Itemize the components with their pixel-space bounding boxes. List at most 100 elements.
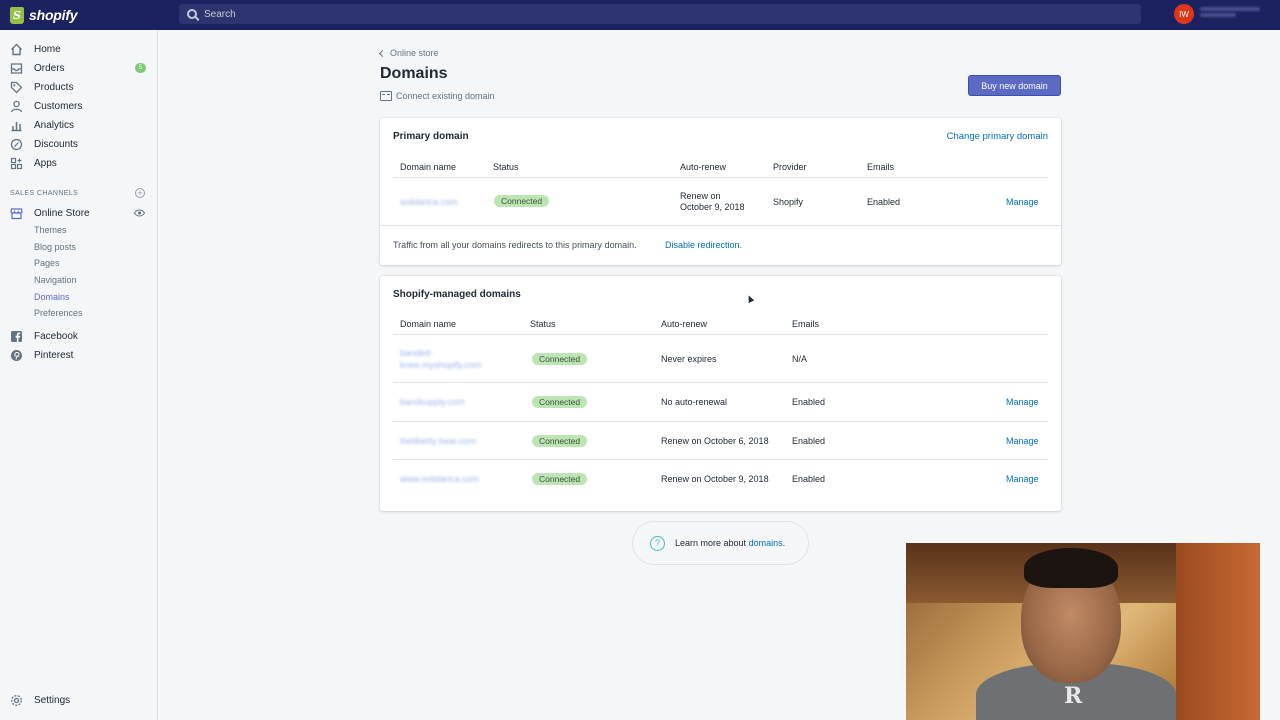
disable-redirection-link[interactable]: Disable redirection.	[665, 240, 742, 250]
sidebar-sub-blog-posts[interactable]: Blog posts	[34, 242, 76, 252]
apps-icon	[10, 157, 23, 170]
learn-more-text: Learn more about domains.	[675, 538, 786, 548]
facebook-icon	[10, 330, 23, 343]
status-badge: Connected	[532, 396, 588, 408]
sidebar-item-label: Online Store	[34, 207, 90, 219]
sidebar-sub-themes[interactable]: Themes	[34, 225, 67, 235]
column-header: Status	[530, 319, 556, 329]
avatar: IW	[1174, 4, 1194, 24]
sidebar-item-settings[interactable]: Settings	[0, 691, 158, 709]
learn-more-callout: ? Learn more about domains.	[632, 521, 809, 565]
emails-value: N/A	[792, 354, 808, 364]
domain-name-link[interactable]: www.solidarica.com	[400, 474, 479, 484]
connect-existing-domain-link[interactable]: Connect existing domain	[380, 91, 495, 101]
user-menu[interactable]: IW	[1174, 4, 1270, 24]
column-header: Auto-renew	[680, 162, 727, 172]
pinterest-icon	[10, 349, 23, 362]
autorenew-value: Never expires	[661, 354, 717, 364]
person-icon	[10, 100, 23, 113]
buy-new-domain-button[interactable]: Buy new domain	[968, 75, 1061, 96]
domain-name-line2[interactable]: knee.myshopify.com	[400, 360, 481, 370]
gear-icon	[10, 694, 23, 707]
column-header: Provider	[773, 162, 807, 172]
primary-domain-card: Primary domain Change primary domain Dom…	[380, 118, 1061, 265]
change-primary-domain-link[interactable]: Change primary domain	[947, 131, 1048, 142]
sidebar-item-label: Customers	[34, 100, 83, 112]
column-header: Emails	[792, 319, 820, 329]
search-placeholder: Search	[204, 8, 236, 20]
sidebar-item-label: Discounts	[34, 138, 78, 150]
divider	[380, 225, 1061, 226]
domain-name-link[interactable]: bandsupply.com	[400, 397, 465, 407]
sidebar-item-products[interactable]: Products	[0, 78, 158, 96]
search-input[interactable]: Search	[179, 4, 1141, 24]
divider	[393, 382, 1048, 383]
status-badge: Connected	[532, 353, 588, 365]
top-bar: shopify Search IW	[0, 0, 1280, 30]
sidebar-item-label: Settings	[34, 694, 71, 706]
sidebar-sub-domains[interactable]: Domains	[34, 292, 70, 302]
redirect-note: Traffic from all your domains redirects …	[393, 240, 637, 250]
domain-name-link[interactable]: theliberty bear.com	[400, 436, 476, 446]
sidebar-item-online-store[interactable]: Online Store	[0, 204, 158, 222]
breadcrumb[interactable]: Online store	[378, 48, 439, 58]
orders-icon	[10, 62, 23, 75]
webcam-background-door	[1176, 543, 1260, 720]
column-header: Auto-renew	[661, 319, 708, 329]
sidebar-item-home[interactable]: Home	[0, 40, 158, 58]
page-title: Domains	[380, 65, 448, 82]
manage-link[interactable]: Manage	[1006, 474, 1039, 484]
sidebar: Home Orders 5 Products Customers Analyti…	[0, 30, 158, 720]
autorenew-value: Renew on October 9, 2018	[661, 474, 769, 484]
sidebar-sub-pages[interactable]: Pages	[34, 258, 60, 268]
sidebar-item-label: Home	[34, 43, 61, 55]
store-icon	[10, 207, 23, 220]
sales-channels-heading: SALES CHANNELS	[10, 190, 79, 197]
sidebar-item-label: Products	[34, 81, 74, 93]
home-icon	[10, 43, 23, 56]
column-header: Emails	[867, 162, 895, 172]
sidebar-sub-preferences[interactable]: Preferences	[34, 308, 83, 318]
sidebar-item-analytics[interactable]: Analytics	[0, 116, 158, 134]
column-header: Domain name	[400, 319, 457, 329]
divider	[393, 459, 1048, 460]
divider	[393, 421, 1048, 422]
discount-icon	[10, 138, 23, 151]
sidebar-sub-navigation[interactable]: Navigation	[34, 275, 77, 285]
autorenew-value: Renew on October 6, 2018	[661, 436, 769, 446]
domain-name-line1[interactable]: banded-	[400, 348, 433, 358]
column-header: Status	[493, 162, 519, 172]
autorenew-value: No auto-renewal	[661, 397, 728, 407]
sidebar-item-pinterest[interactable]: Pinterest	[0, 346, 158, 364]
manage-link[interactable]: Manage	[1006, 197, 1039, 207]
sidebar-item-label: Apps	[34, 157, 57, 169]
domains-help-link[interactable]: domains	[749, 538, 783, 548]
autorenew-line2: October 9, 2018	[680, 202, 745, 212]
breadcrumb-label: Online store	[390, 48, 439, 58]
sidebar-item-label: Pinterest	[34, 349, 74, 361]
eye-icon[interactable]	[133, 209, 146, 217]
shopify-bag-icon	[10, 6, 24, 24]
sidebar-item-customers[interactable]: Customers	[0, 97, 158, 115]
sidebar-item-orders[interactable]: Orders 5	[0, 59, 158, 77]
connect-label: Connect existing domain	[396, 91, 495, 101]
add-channel-plus-icon[interactable]: +	[135, 188, 145, 198]
search-icon	[187, 9, 197, 19]
orders-count-badge: 5	[135, 63, 146, 73]
card-title: Shopify-managed domains	[393, 289, 521, 300]
divider	[393, 177, 1048, 178]
column-header: Domain name	[400, 162, 457, 172]
manage-link[interactable]: Manage	[1006, 397, 1039, 407]
logo-text: shopify	[29, 7, 78, 23]
webcam-person-hair	[1024, 548, 1118, 588]
shopify-logo[interactable]: shopify	[0, 0, 158, 30]
sidebar-item-apps[interactable]: Apps	[0, 154, 158, 172]
shirt-logo-text: R	[1064, 683, 1083, 709]
emails-value: Enabled	[867, 197, 901, 207]
card-title: Primary domain	[393, 131, 469, 142]
primary-domain-name-link[interactable]: solidarica.com	[400, 197, 458, 207]
sidebar-item-facebook[interactable]: Facebook	[0, 327, 158, 345]
user-name-blurred	[1200, 7, 1270, 21]
manage-link[interactable]: Manage	[1006, 436, 1039, 446]
sidebar-item-discounts[interactable]: Discounts	[0, 135, 158, 153]
